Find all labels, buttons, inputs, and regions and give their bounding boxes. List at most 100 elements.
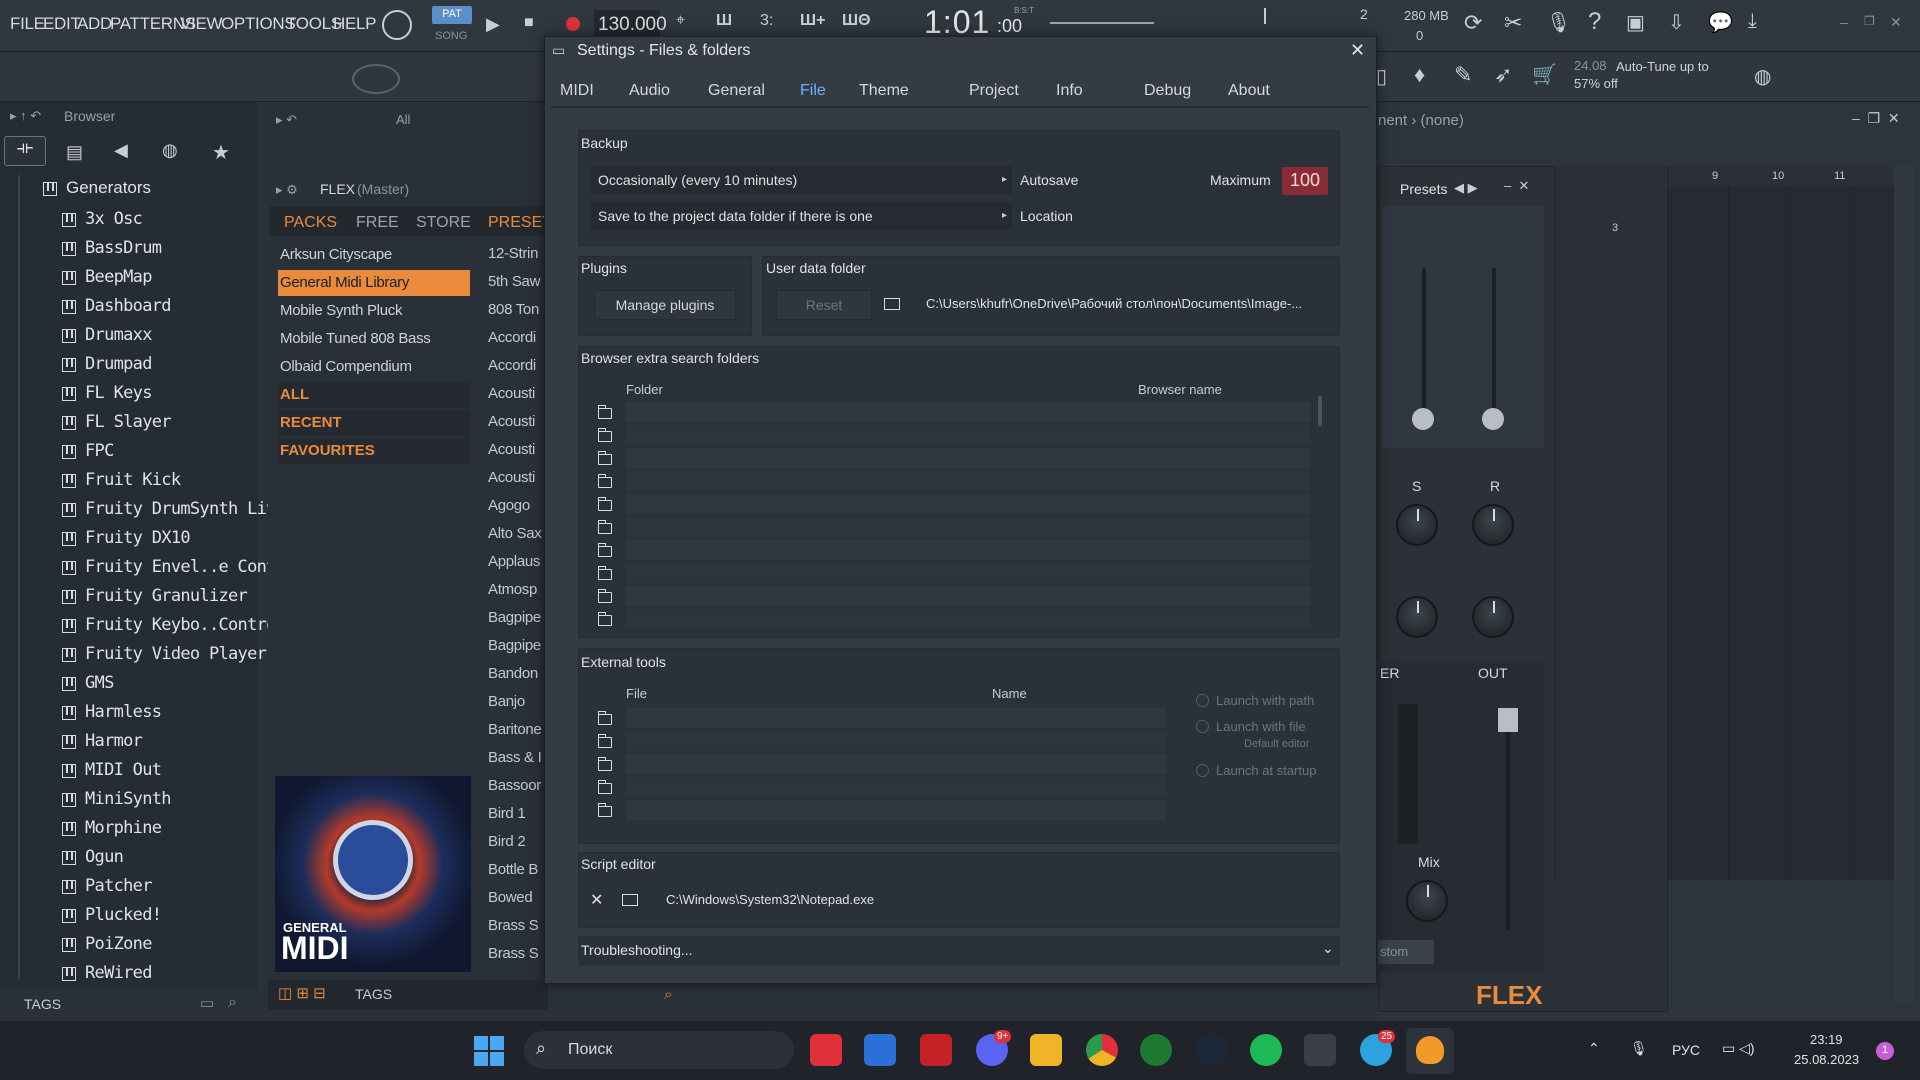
step-icon[interactable]: 3: <box>760 12 773 30</box>
folder-icon[interactable] <box>597 589 612 603</box>
menu-edit[interactable]: EDIT <box>43 14 81 34</box>
preset-nav-icon[interactable]: ◀ ▶ <box>1454 180 1478 196</box>
flex-preset-item[interactable]: Agogo <box>488 497 530 514</box>
flex-nav-icon[interactable]: ▸ ↶ <box>276 112 297 128</box>
folder-icon[interactable] <box>597 428 612 442</box>
browser-nav-icon[interactable]: ▸ ↑ ↶ <box>10 108 41 124</box>
folder-icon[interactable] <box>597 711 612 725</box>
tools-icon[interactable]: ➶ <box>1494 62 1512 88</box>
all-plugins-icon[interactable]: ⟛ <box>4 136 46 166</box>
star-icon[interactable]: ★ <box>212 140 230 165</box>
flex-pack-item[interactable]: Mobile Synth Pluck <box>278 298 470 324</box>
out-fader-handle[interactable] <box>1498 708 1518 732</box>
folder-icon[interactable] <box>597 803 612 817</box>
browser-item[interactable]: FPC <box>85 441 114 461</box>
plugin-icon[interactable]: ♦ <box>1414 62 1425 88</box>
flex-preset-item[interactable]: 5th Saw <box>488 273 540 290</box>
playlist-window-controls[interactable]: – ❐ ✕ <box>1852 110 1900 127</box>
folder-icon[interactable] <box>597 497 612 511</box>
reset-button[interactable]: Reset <box>776 290 872 320</box>
browser-item[interactable]: Fruity Granulizer <box>85 586 248 606</box>
search-icon[interactable]: ⌕ <box>228 994 237 1012</box>
loop-record-icon[interactable]: ШΘ <box>842 12 871 30</box>
close-app-icon[interactable]: ✕ <box>1890 14 1902 31</box>
browser-item[interactable]: Fruity Video Player <box>85 644 267 664</box>
flex-category-item[interactable]: FAVOURITES <box>278 438 470 464</box>
launch-at-startup-radio[interactable] <box>1196 764 1209 777</box>
chrome-icon[interactable] <box>1086 1034 1118 1066</box>
flex-preset-item[interactable]: Banjo <box>488 693 525 710</box>
browser-item[interactable]: Drumpad <box>85 354 152 374</box>
flex-pack-item[interactable]: Arksun Cityscape <box>278 242 470 268</box>
flex-preset-item[interactable]: 808 Ton <box>488 301 539 318</box>
manage-plugins-button[interactable]: Manage plugins <box>594 290 736 320</box>
speaker-icon[interactable]: ◀ <box>114 140 128 161</box>
custom-dropdown[interactable]: stom <box>1378 940 1434 964</box>
flex-preset-item[interactable]: Bird 1 <box>488 805 526 822</box>
browser-folder-row[interactable] <box>626 540 1310 560</box>
browser-folder-row[interactable] <box>626 402 1310 422</box>
script-editor-folder-icon[interactable] <box>622 894 638 906</box>
flex-preset-item[interactable]: Acousti <box>488 385 535 402</box>
tab-project[interactable]: Project <box>969 82 1019 100</box>
browser-tags-label[interactable]: TAGS <box>24 996 61 1012</box>
browser-folder-row[interactable] <box>626 517 1310 537</box>
folder-icon[interactable] <box>597 520 612 534</box>
browser-item[interactable]: Morphine <box>85 818 162 838</box>
flex-preset-item[interactable]: Baritone <box>488 721 542 738</box>
metronome-icon[interactable]: ⌖ <box>676 12 685 30</box>
tab-about[interactable]: About <box>1228 82 1270 100</box>
browser-item[interactable]: FL Keys <box>85 383 152 403</box>
external-tool-row[interactable] <box>626 777 1166 797</box>
zoom-icon[interactable]: ⌕ <box>664 986 672 1003</box>
pattern-number[interactable]: 2 <box>1360 6 1368 22</box>
browser-item[interactable]: FL Slayer <box>85 412 172 432</box>
flex-preset-item[interactable]: 12-Strin <box>488 245 538 262</box>
folder-icon[interactable] <box>597 612 612 626</box>
tab-store[interactable]: STORE <box>416 214 471 232</box>
knob-s[interactable] <box>1396 504 1438 546</box>
location-dropdown[interactable]: Save to the project data folder if there… <box>590 202 1012 230</box>
user-data-folder-icon[interactable] <box>884 298 900 310</box>
browser-item[interactable]: Drumaxx <box>85 325 152 345</box>
tab-info[interactable]: Info <box>1056 82 1083 100</box>
tab-preset[interactable]: PRESET <box>488 214 552 232</box>
flex-preset-item[interactable]: Bassoor <box>488 777 541 794</box>
playlist-breadcrumb[interactable]: nent › (none) <box>1378 112 1464 129</box>
browser-folder-row[interactable] <box>626 448 1310 468</box>
knob-r[interactable] <box>1472 504 1514 546</box>
external-tool-row[interactable] <box>626 800 1166 820</box>
flex-preset-item[interactable]: Brass S <box>488 917 539 934</box>
browser-item[interactable]: PoiZone <box>85 934 152 954</box>
browser-folder-row[interactable] <box>626 494 1310 514</box>
tab-audio[interactable]: Audio <box>629 82 670 100</box>
browser-item[interactable]: Dashboard <box>85 296 172 316</box>
xbox-icon[interactable] <box>1140 1034 1172 1066</box>
tray-language[interactable]: РУС <box>1672 1042 1700 1058</box>
external-tool-row[interactable] <box>626 754 1166 774</box>
stop-icon[interactable]: ■ <box>524 14 534 32</box>
vivaldi-icon[interactable] <box>810 1034 842 1066</box>
browser-item[interactable]: 3x Osc <box>85 209 143 229</box>
browser-item[interactable]: GMS <box>85 673 114 693</box>
ms-store-icon[interactable] <box>864 1034 896 1066</box>
flex-preset-item[interactable]: Atmosp <box>488 581 537 598</box>
brush-icon[interactable]: ✎ <box>1454 62 1472 88</box>
globe-browser-icon[interactable]: ◍ <box>162 140 178 161</box>
flex-filter[interactable]: All <box>396 112 410 127</box>
flex-preset-item[interactable]: Alto Sax <box>488 525 542 542</box>
folder-icon[interactable] <box>597 566 612 580</box>
tab-packs[interactable]: PACKS <box>284 214 337 232</box>
playlist-grid[interactable] <box>1668 166 1900 880</box>
flex-preset-item[interactable]: Bagpipe <box>488 609 541 626</box>
record-icon[interactable] <box>566 17 580 31</box>
tab-general[interactable]: General <box>708 82 765 100</box>
browser-section-generators[interactable]: Generators <box>66 178 151 198</box>
tray-mic-icon[interactable]: 🎙 <box>1630 1040 1648 1057</box>
steam-icon[interactable] <box>1196 1034 1228 1066</box>
folder-icon[interactable] <box>597 474 612 488</box>
restore-icon[interactable]: ❐ <box>1864 14 1875 28</box>
launch-with-file-radio[interactable] <box>1196 720 1209 733</box>
mode-song-toggle[interactable]: SONG <box>435 30 467 42</box>
save-icon[interactable]: ▣ <box>1626 10 1645 35</box>
